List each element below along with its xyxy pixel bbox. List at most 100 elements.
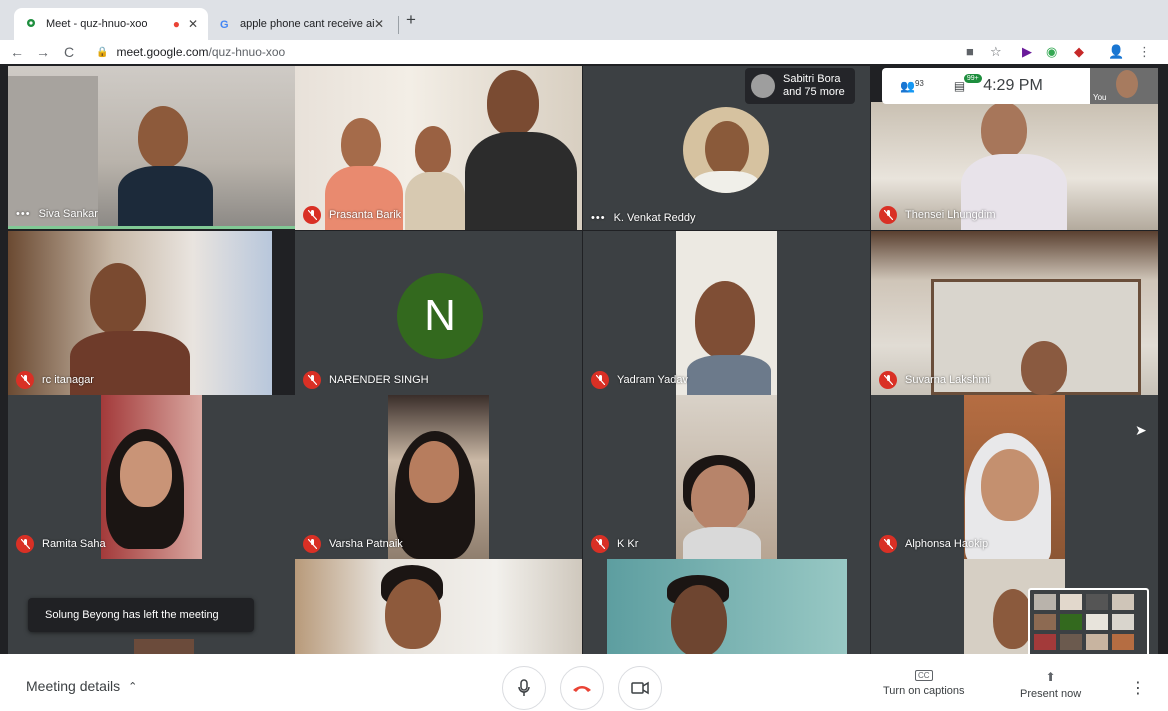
overflow-count: and 75 more — [783, 86, 845, 98]
chat-icon: ▤ — [953, 79, 966, 93]
notification-toast: Solung Beyong has left the meeting — [28, 598, 254, 632]
leave-call-button[interactable] — [560, 666, 604, 710]
meeting-details-button[interactable]: Meeting details ⌃ — [26, 678, 137, 694]
mic-off-icon — [16, 371, 34, 389]
participant-name: rc itanagar — [16, 371, 94, 389]
participant-tile[interactable]: rc itanagar — [8, 231, 272, 395]
participant-tile[interactable]: K Kr — [583, 395, 870, 559]
participant-name: NARENDER SINGH — [303, 371, 429, 389]
video-camera-icon — [631, 681, 649, 695]
participant-tile[interactable]: ••• Siva Sankar — [8, 66, 295, 226]
mic-off-icon — [303, 371, 321, 389]
active-speaker-indicator — [8, 226, 295, 229]
participant-name: Ramita Saha — [16, 535, 106, 553]
close-tab-icon[interactable]: ✕ — [188, 17, 198, 31]
captions-label: Turn on captions — [883, 685, 965, 697]
participant-tile[interactable]: Thensei Lhungdim — [871, 102, 1158, 230]
mouse-cursor-icon: ➤ — [1135, 422, 1147, 438]
mic-off-icon — [879, 206, 897, 224]
tab-search[interactable]: G apple phone cant receive aird ✕ — [208, 8, 394, 40]
participant-tile[interactable] — [295, 559, 582, 654]
overflow-name: Sabitri Bora — [783, 73, 841, 85]
participant-tile[interactable]: Yadram Yadav — [583, 231, 870, 395]
chat-button[interactable]: ▤ 99+ — [953, 74, 982, 93]
url-path: /quz-hnuo-xoo — [208, 45, 286, 59]
tab-title: apple phone cant receive aird — [240, 18, 374, 30]
reload-icon[interactable]: C — [60, 44, 78, 60]
more-vert-icon[interactable]: ⋮ — [1138, 44, 1151, 60]
self-label: You — [1093, 93, 1107, 102]
participant-tile[interactable] — [583, 559, 870, 654]
avatar — [751, 74, 775, 98]
tab-divider — [398, 16, 399, 34]
shield-extension-icon[interactable]: ◆ — [1074, 44, 1084, 60]
participant-name: Suvarna Lakshmi — [879, 371, 990, 389]
captions-button[interactable]: CC Turn on captions — [883, 670, 965, 697]
people-icon: 👥 — [900, 79, 915, 93]
mic-icon — [518, 679, 530, 696]
mic-off-icon — [303, 535, 321, 553]
participant-name: Thensei Lhungdim — [879, 206, 996, 224]
close-tab-icon[interactable]: ✕ — [374, 17, 384, 31]
back-icon[interactable]: ← — [8, 44, 26, 60]
participant-name: ••• Siva Sankar — [16, 208, 98, 220]
tab-strip: Meet - quz-hnuo-xoo ● ✕ G apple phone ca… — [0, 0, 1168, 40]
participant-name: Yadram Yadav — [591, 371, 688, 389]
tab-meet[interactable]: Meet - quz-hnuo-xoo ● ✕ — [14, 8, 208, 40]
meeting-info-panel: 👥93 ▤ 99+ 4:29 PM — [882, 68, 1096, 104]
profile-photo — [683, 107, 769, 193]
camera-button[interactable] — [618, 666, 662, 710]
participant-tile[interactable]: Suvarna Lakshmi — [871, 231, 1158, 395]
mic-off-icon — [879, 535, 897, 553]
participant-name: Alphonsa Haokip — [879, 535, 988, 553]
mic-off-icon — [591, 535, 609, 553]
hangup-icon — [573, 686, 591, 692]
tab-title: Meet - quz-hnuo-xoo — [46, 18, 148, 30]
speaking-dots-icon: ••• — [16, 208, 31, 220]
participant-tile[interactable]: Prasanta Barik — [295, 66, 582, 230]
chevron-up-icon: ⌃ — [128, 680, 138, 693]
address-bar[interactable]: 🔒 meet.google.com/quz-hnuo-xoo — [96, 40, 285, 64]
participant-tile[interactable]: Ramita Saha — [8, 395, 295, 559]
avatar: N — [397, 273, 483, 359]
browser-toolbar: ← → C 🔒 meet.google.com/quz-hnuo-xoo ■ ☆… — [0, 40, 1168, 64]
participant-tile[interactable]: Alphonsa Haokip — [871, 395, 1158, 559]
more-options-icon[interactable]: ⋮ — [1130, 678, 1146, 698]
mic-off-icon — [591, 371, 609, 389]
url-host: meet.google.com — [116, 45, 209, 59]
forward-icon[interactable]: → — [34, 44, 52, 60]
mic-off-icon — [879, 371, 897, 389]
play-extension-icon[interactable]: ▶ — [1022, 44, 1032, 60]
participant-name: Varsha Patnaik — [303, 535, 403, 553]
microphone-button[interactable] — [502, 666, 546, 710]
meet-favicon-icon — [24, 17, 38, 31]
present-icon: ⬆ — [1045, 670, 1056, 684]
participant-name: ••• K. Venkat Reddy — [591, 212, 696, 224]
speaking-dots-icon: ••• — [591, 212, 606, 224]
meeting-grid: ••• Siva Sankar Prasanta Barik ••• K. Venk… — [0, 64, 1168, 654]
recording-dot-icon: ● — [172, 17, 180, 31]
self-view[interactable]: You — [1090, 68, 1158, 104]
google-favicon-icon: G — [218, 17, 232, 31]
star-icon[interactable]: ☆ — [990, 44, 1002, 60]
circle-extension-icon[interactable]: ◉ — [1046, 44, 1057, 60]
participant-name: K Kr — [591, 535, 638, 553]
participants-count: 93 — [914, 79, 924, 88]
profile-avatar-icon[interactable]: 👤 — [1108, 44, 1124, 60]
present-now-button[interactable]: ⬆ Present now — [1020, 670, 1081, 700]
people-button[interactable]: 👥93 — [900, 79, 924, 93]
lock-icon: 🔒 — [96, 46, 109, 58]
mic-off-icon — [16, 535, 34, 553]
participant-name: Prasanta Barik — [303, 206, 401, 224]
grid-preview-thumbnail[interactable] — [1028, 588, 1149, 664]
new-tab-icon[interactable]: + — [406, 10, 416, 30]
camera-icon[interactable]: ■ — [966, 44, 974, 59]
captions-icon: CC — [914, 670, 933, 681]
svg-text:G: G — [220, 19, 229, 30]
meeting-details-label: Meeting details — [26, 678, 121, 694]
more-participants-chip[interactable]: Sabitri Bora and 75 more — [745, 68, 855, 104]
participant-tile[interactable]: Varsha Patnaik — [295, 395, 582, 559]
participant-tile[interactable]: N NARENDER SINGH — [295, 231, 582, 395]
clock: 4:29 PM — [983, 77, 1043, 94]
meeting-controls-bar: Meeting details ⌃ CC Turn on captions ⬆ … — [0, 654, 1168, 711]
